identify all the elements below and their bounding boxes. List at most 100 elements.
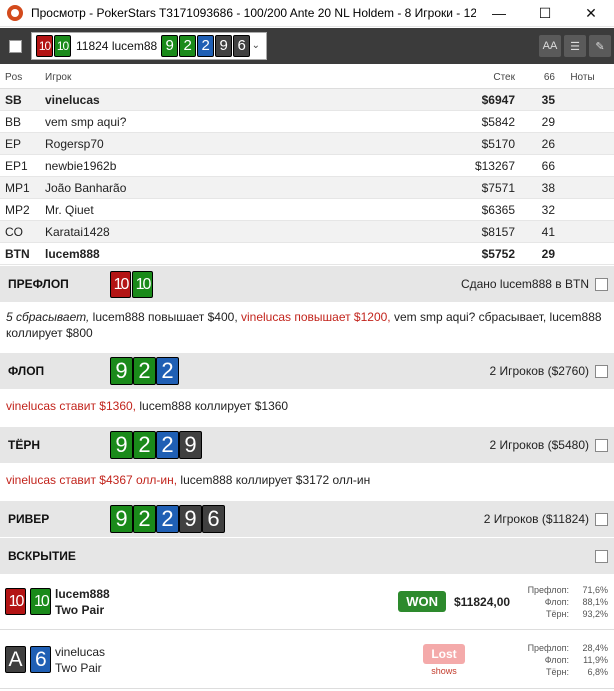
hand-selector-label: 11824 lucem88 [76, 39, 158, 53]
player-stack: $5170 [481, 136, 515, 151]
showdown-hand-rank: Two Pair [55, 660, 102, 675]
equity-label: Флоп: [544, 654, 569, 665]
flop-actions: vinelucas ставит $1360, lucem888 коллиру… [0, 398, 614, 414]
player-bb: 66 [541, 158, 555, 173]
street-title: РИВЕР [8, 512, 50, 526]
hand-selector-dropdown[interactable]: 10 10 11824 lucem88 9 2 2 9 6 ⌄ [31, 32, 267, 60]
board-card: 9 [110, 431, 133, 459]
hole-card: 10 [5, 588, 26, 615]
board-card: 2 [133, 431, 156, 459]
player-stack: $7571 [481, 180, 515, 195]
players-table: Pos Игрок Стек 66 Ноты SB vinelucas $694… [0, 66, 614, 265]
hole-card: 10 [36, 35, 53, 57]
street-checkbox[interactable] [595, 438, 608, 452]
equity-label: Тёрн: [546, 608, 569, 619]
col-player: Игрок [45, 71, 72, 83]
turn-actions: vinelucas ставит $4367 олл-ин, lucem888 … [0, 472, 614, 488]
player-row[interactable]: BTN lucem888 $5752 29 [0, 243, 614, 265]
action-text: 5 сбрасывает, [6, 310, 90, 324]
player-pos: SB [5, 92, 22, 107]
street-title: ВСКРЫТИЕ [8, 549, 76, 563]
player-bb: 41 [541, 224, 555, 239]
player-stack: $5752 [481, 246, 515, 261]
list-view-button[interactable]: ☰ [564, 35, 586, 57]
player-row[interactable]: EP1 newbie1962b $13267 66 [0, 155, 614, 177]
player-row[interactable]: CO Karatai1428 $8157 41 [0, 221, 614, 243]
player-name: João Banharão [45, 180, 127, 195]
hole-card: A [5, 646, 26, 673]
edit-pencil-icon[interactable]: ✎ [589, 35, 611, 57]
player-name: vinelucas [45, 92, 100, 107]
col-notes: Ноты [570, 71, 595, 83]
player-row[interactable]: MP2 Mr. Qiuet $6365 32 [0, 199, 614, 221]
hole-card: 6 [30, 646, 52, 673]
showdown-row-loser[interactable]: A 6 vinelucas Two Pair Lost shows Префло… [0, 631, 614, 689]
street-info: Сдано lucem888 в BTN [460, 277, 589, 291]
street-checkbox[interactable] [595, 512, 608, 526]
showdown-player-name: lucem888 [55, 586, 110, 601]
select-hand-checkbox[interactable] [9, 39, 22, 53]
equity-value: 71,6% [582, 584, 608, 595]
chevron-down-icon: ⌄ [251, 40, 260, 51]
player-pos: BTN [5, 246, 30, 261]
street-checkbox[interactable] [595, 364, 608, 378]
showdown-row-winner[interactable]: 10 10 lucem888 Two Pair WON $11824,00 Пр… [0, 574, 614, 630]
player-name: newbie1962b [45, 158, 117, 173]
won-badge: WON [398, 591, 446, 612]
won-amount: $11824,00 [454, 594, 511, 609]
player-pos: EP1 [5, 158, 28, 173]
showdown-cards: 10 10 [0, 588, 55, 615]
board-card: 2 [133, 357, 156, 385]
player-bb: 26 [541, 136, 555, 151]
player-pos: CO [5, 224, 23, 239]
equity-value: 93,2% [582, 608, 608, 619]
close-button[interactable]: ✕ [568, 0, 614, 27]
equity-stats: Префлоп: 28,4% Флоп: 11,9% Тёрн: 6,8% [519, 642, 614, 678]
showdown-player: vinelucas Two Pair [55, 644, 355, 676]
lost-badge: Lost [423, 643, 465, 664]
action-text: vinelucas ставит $4367 олл-ин, [6, 473, 178, 487]
player-bb: 29 [541, 114, 555, 129]
board-card: 2 [179, 35, 197, 57]
equity-value: 6,8% [587, 666, 608, 677]
window-title: Просмотр - PokerStars T3171093686 - 100/… [31, 6, 476, 20]
equity-label: Префлоп: [527, 642, 569, 653]
player-row[interactable]: BB vem smp aqui? $5842 29 [0, 111, 614, 133]
player-bb: 29 [541, 246, 555, 261]
player-pos: MP2 [5, 202, 30, 217]
board-card: 2 [156, 431, 179, 459]
font-size-button[interactable]: AA [539, 35, 561, 57]
preflop-actions: 5 сбрасывает, lucem888 повышает $400, vi… [0, 309, 614, 341]
col-pos: Pos [5, 71, 23, 83]
player-name: vem smp aqui? [45, 114, 127, 129]
equity-stats: Префлоп: 71,6% Флоп: 88,1% Тёрн: 93,2% [519, 584, 614, 620]
player-bb: 38 [541, 180, 555, 195]
showdown-player: lucem888 Two Pair [55, 586, 355, 618]
street-title: ТЁРН [8, 438, 41, 452]
player-row[interactable]: EP Rogersp70 $5170 26 [0, 133, 614, 155]
player-pos: EP [5, 136, 22, 151]
player-row[interactable]: SB vinelucas $6947 35 [0, 89, 614, 111]
board-card: 6 [233, 35, 251, 57]
hole-card: 10 [110, 270, 131, 298]
minimize-button[interactable]: — [476, 0, 522, 27]
street-turn: ТЁРН 9 2 2 9 2 Игроков ($5480) [0, 427, 614, 463]
player-row[interactable]: MP1 João Banharão $7571 38 [0, 177, 614, 199]
equity-value: 28,4% [582, 642, 608, 653]
player-name: Rogersp70 [45, 136, 104, 151]
board-card: 2 [156, 357, 179, 385]
showdown-result: WON $11824,00 Префлоп: 71,6% Флоп: 88,1% Т… [398, 584, 614, 620]
maximize-button[interactable]: ☐ [522, 0, 568, 27]
board-card: 9 [215, 35, 233, 57]
board-card: 2 [197, 35, 215, 57]
board-card: 2 [133, 505, 156, 533]
equity-value: 88,1% [582, 596, 608, 607]
player-pos: BB [5, 114, 22, 129]
street-checkbox[interactable] [595, 549, 608, 563]
player-stack: $6365 [481, 202, 515, 217]
street-checkbox[interactable] [595, 277, 608, 291]
street-title: ПРЕФЛОП [8, 277, 69, 291]
player-name: Mr. Qiuet [45, 202, 94, 217]
action-text: vinelucas ставит $1360, [6, 399, 137, 413]
player-stack: $6947 [481, 92, 515, 107]
